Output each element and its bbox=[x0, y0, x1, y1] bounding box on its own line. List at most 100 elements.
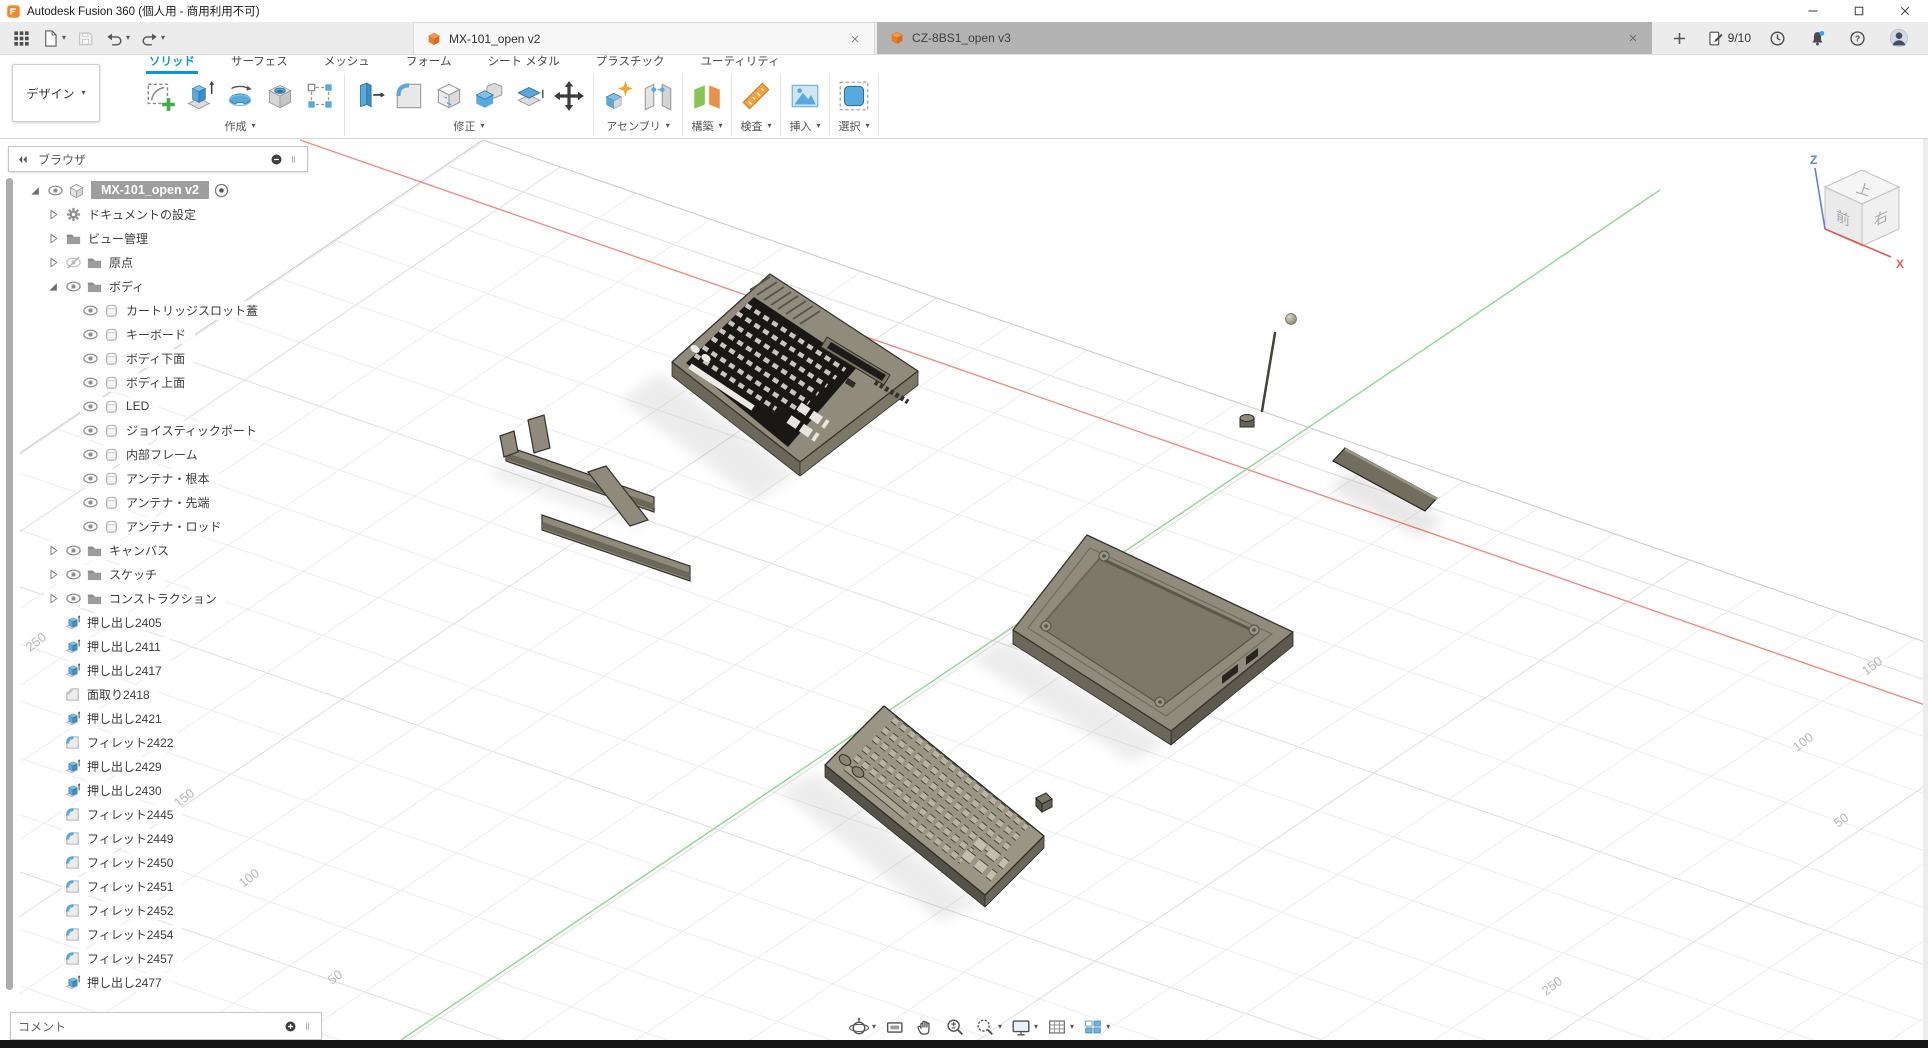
pan-tool-button[interactable] bbox=[912, 1015, 938, 1039]
save-button[interactable] bbox=[72, 27, 99, 50]
fit-tool-button[interactable]: ▾ bbox=[972, 1015, 1004, 1039]
ribbon-group-label[interactable]: 検査▾ bbox=[740, 118, 771, 134]
app-launcher-button[interactable] bbox=[8, 27, 35, 50]
browser-row[interactable]: ジョイスティックポート bbox=[8, 418, 308, 442]
browser-row[interactable]: 原点 bbox=[8, 250, 308, 274]
browser-row[interactable]: フィレット2452 bbox=[8, 898, 308, 922]
browser-row[interactable]: カートリッジスロット蓋 bbox=[8, 298, 308, 322]
document-tab[interactable]: MX-101_open v2 bbox=[413, 22, 875, 54]
ribbon-tab[interactable]: プラスチック bbox=[593, 52, 668, 74]
measure-button[interactable] bbox=[737, 76, 775, 116]
browser-row[interactable]: スケッチ bbox=[8, 562, 308, 586]
planes-button[interactable] bbox=[688, 76, 726, 116]
browser-row[interactable]: フィレット2454 bbox=[8, 922, 308, 946]
browser-row[interactable]: 押し出し2421 bbox=[8, 706, 308, 730]
chevron-down-icon[interactable]: ▾ bbox=[872, 1023, 876, 1031]
browser-row[interactable]: アンテナ・先端 bbox=[8, 490, 308, 514]
pattern-button[interactable] bbox=[301, 76, 339, 116]
shell-button[interactable] bbox=[430, 76, 468, 116]
panel-handle-icon[interactable] bbox=[301, 1019, 314, 1034]
model-antenna-base[interactable] bbox=[1240, 415, 1254, 428]
move-button[interactable] bbox=[550, 76, 588, 116]
lookat-tool-button[interactable] bbox=[882, 1015, 908, 1039]
ribbon-group-label[interactable]: 修正▾ bbox=[453, 118, 484, 134]
panel-minus-icon[interactable] bbox=[269, 152, 284, 167]
comment-bar[interactable]: コメント bbox=[10, 1012, 322, 1040]
browser-row[interactable]: 内部フレーム bbox=[8, 442, 308, 466]
model-led-holder[interactable] bbox=[1036, 793, 1052, 812]
browser-row[interactable]: アンテナ・ロッド bbox=[8, 514, 308, 538]
browser-row[interactable]: LED bbox=[8, 394, 308, 418]
chevron-down-icon[interactable]: ▾ bbox=[1070, 1023, 1074, 1031]
hole-button[interactable] bbox=[261, 76, 299, 116]
fillet-button[interactable] bbox=[390, 76, 428, 116]
browser-row[interactable]: 押し出し2417 bbox=[8, 658, 308, 682]
add-comment-icon[interactable] bbox=[283, 1019, 298, 1034]
browser-row[interactable]: キャンバス bbox=[8, 538, 308, 562]
display-tool-button[interactable]: ▾ bbox=[1008, 1015, 1040, 1039]
browser-row[interactable]: ボディ bbox=[8, 274, 308, 298]
help-button[interactable] bbox=[1844, 27, 1871, 50]
browser-row[interactable]: MX-101_open v2 bbox=[8, 178, 308, 202]
offset-button[interactable] bbox=[510, 76, 548, 116]
model-antenna-rod[interactable] bbox=[1262, 333, 1275, 411]
browser-row[interactable]: 押し出し2477 bbox=[8, 970, 308, 994]
ribbon-tab[interactable]: サーフェス bbox=[228, 52, 291, 74]
newcomp-button[interactable] bbox=[599, 76, 637, 116]
views-tool-button[interactable]: ▾ bbox=[1080, 1015, 1112, 1039]
browser-row[interactable]: ビュー管理 bbox=[8, 226, 308, 250]
close-tab-icon[interactable] bbox=[1626, 31, 1640, 45]
close-tab-icon[interactable] bbox=[848, 32, 862, 46]
close-window-button[interactable] bbox=[1882, 0, 1928, 22]
user-avatar[interactable] bbox=[1884, 25, 1914, 51]
model-antenna-tip[interactable] bbox=[1286, 314, 1297, 325]
collapse-panel-icon[interactable] bbox=[16, 152, 31, 167]
browser-row[interactable]: フィレット2451 bbox=[8, 874, 308, 898]
job-status[interactable]: 9/10 bbox=[1706, 29, 1751, 48]
browser-row[interactable]: フィレット2457 bbox=[8, 946, 308, 970]
browser-row[interactable]: アンテナ・根本 bbox=[8, 466, 308, 490]
zoom-tool-button[interactable] bbox=[942, 1015, 968, 1039]
ribbon-tab[interactable]: フォーム bbox=[403, 52, 455, 74]
orbit-tool-button[interactable]: ▾ bbox=[846, 1015, 878, 1039]
chevron-down-icon[interactable]: ▾ bbox=[1106, 1023, 1110, 1031]
panel-handle-icon[interactable] bbox=[287, 152, 300, 167]
presspull-button[interactable] bbox=[350, 76, 388, 116]
browser-row[interactable]: 押し出し2429 bbox=[8, 754, 308, 778]
ribbon-tab[interactable]: メッシュ bbox=[321, 52, 373, 74]
new-tab-button[interactable] bbox=[1666, 27, 1693, 50]
sketch-button[interactable] bbox=[141, 76, 179, 116]
chevron-down-icon[interactable]: ▾ bbox=[1034, 1023, 1038, 1031]
workspace-selector[interactable]: デザイン ▾ bbox=[12, 64, 100, 122]
browser-row[interactable]: 押し出し2405 bbox=[8, 610, 308, 634]
extension-manager-button[interactable] bbox=[1764, 27, 1791, 50]
maximize-button[interactable] bbox=[1836, 0, 1882, 22]
ribbon-group-label[interactable]: 挿入▾ bbox=[789, 118, 820, 134]
browser-row[interactable]: 押し出し2411 bbox=[8, 634, 308, 658]
ribbon-tab[interactable]: シート メタル bbox=[484, 52, 562, 74]
revolve-button[interactable] bbox=[221, 76, 259, 116]
redo-button[interactable]: ▾ bbox=[136, 27, 169, 50]
browser-row[interactable]: フィレット2445 bbox=[8, 802, 308, 826]
ribbon-group-label[interactable]: アセンブリ▾ bbox=[606, 118, 669, 134]
ribbon-tab[interactable]: ユーティリティ bbox=[697, 52, 782, 74]
chevron-down-icon[interactable]: ▾ bbox=[998, 1023, 1002, 1031]
browser-row[interactable]: キーボード bbox=[8, 322, 308, 346]
document-tab[interactable]: CZ-8BS1_open v3 bbox=[877, 22, 1652, 54]
extrude-button[interactable] bbox=[181, 76, 219, 116]
select-button[interactable] bbox=[835, 76, 873, 116]
ribbon-group-label[interactable]: 選択▾ bbox=[838, 118, 869, 134]
ribbon-group-label[interactable]: 構築▾ bbox=[691, 118, 722, 134]
notifications-button[interactable] bbox=[1804, 27, 1831, 50]
view-cube[interactable]: 上 前 右 Z X bbox=[1810, 153, 1904, 271]
grid-tool-button[interactable]: ▾ bbox=[1044, 1015, 1076, 1039]
joint-button[interactable] bbox=[639, 76, 677, 116]
undo-button[interactable]: ▾ bbox=[101, 27, 134, 50]
browser-row[interactable]: 押し出し2430 bbox=[8, 778, 308, 802]
browser-row[interactable]: ボディ上面 bbox=[8, 370, 308, 394]
combine-button[interactable] bbox=[470, 76, 508, 116]
browser-row[interactable]: ドキュメントの設定 bbox=[8, 202, 308, 226]
browser-scrollbar[interactable] bbox=[6, 178, 13, 990]
browser-row[interactable]: ボディ下面 bbox=[8, 346, 308, 370]
browser-header[interactable]: ブラウザ bbox=[8, 146, 308, 172]
